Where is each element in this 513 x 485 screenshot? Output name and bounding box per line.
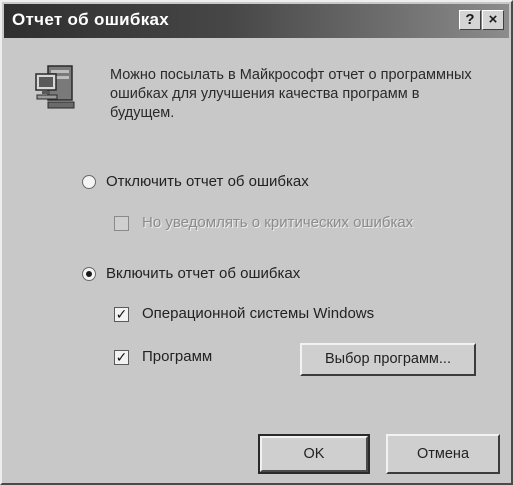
cancel-button[interactable]: Отмена — [386, 434, 500, 474]
choose-programs-button[interactable]: Выбор программ... — [300, 343, 476, 376]
description-text: Можно посылать в Майкрософт отчет о прог… — [110, 67, 472, 121]
window-title: Отчет об ошибках — [12, 10, 170, 29]
title-bar[interactable]: Отчет об ошибках ? × — [4, 4, 509, 38]
notify-critical-checkbox — [114, 216, 129, 231]
os-errors-label: Операционной системы Windows — [142, 305, 375, 322]
program-errors-checkbox[interactable]: ✓ — [114, 350, 129, 365]
notify-critical-label: Но уведомлять о критических ошибках — [142, 214, 414, 231]
computer-icon — [35, 65, 75, 109]
error-reporting-dialog: Отчет об ошибках ? × Можно посылать в Ма… — [0, 0, 513, 485]
close-button[interactable]: × — [482, 10, 504, 30]
program-errors-label: Программ — [142, 348, 213, 365]
disable-reporting-label: Отключить отчет об ошибках — [106, 173, 309, 190]
enable-reporting-radio[interactable] — [82, 267, 96, 281]
ok-button-label: OK — [260, 436, 368, 472]
enable-reporting-label: Включить отчет об ошибках — [106, 265, 301, 282]
help-button[interactable]: ? — [459, 10, 481, 30]
os-errors-checkbox[interactable]: ✓ — [114, 307, 129, 322]
ok-button[interactable]: OK — [258, 434, 370, 474]
disable-reporting-radio[interactable] — [82, 175, 96, 189]
